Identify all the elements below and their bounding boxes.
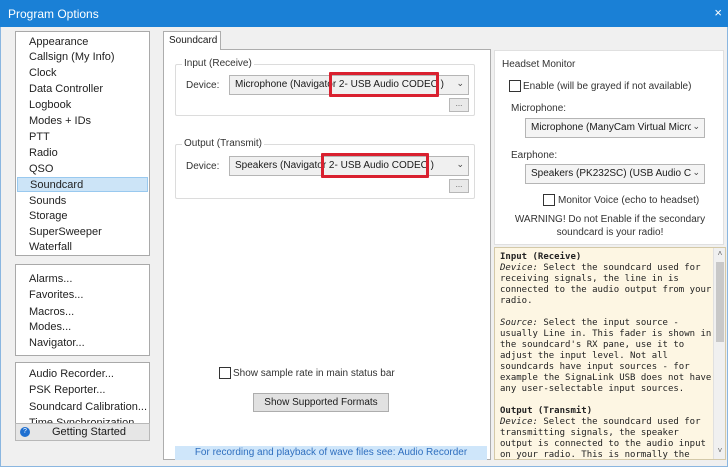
help-source-paragraph: Source: Select the input source - usuall… bbox=[500, 318, 712, 395]
category-item-storage[interactable]: Storage bbox=[29, 209, 68, 224]
category-item-waterfall[interactable]: Waterfall bbox=[29, 240, 72, 255]
help-scrollbar[interactable]: ˄ ˅ bbox=[713, 248, 725, 459]
category-list[interactable]: Appearance Callsign (My Info) Clock Data… bbox=[15, 31, 150, 256]
close-icon[interactable]: × bbox=[714, 5, 722, 20]
input-codec-highlight bbox=[329, 72, 439, 97]
headset-group-title: Headset Monitor bbox=[502, 59, 576, 70]
scroll-thumb[interactable] bbox=[716, 262, 724, 342]
help-source-text: Select the input source - usually Line i… bbox=[500, 318, 712, 394]
chevron-down-icon: ⌄ bbox=[692, 121, 700, 131]
headset-warning-line2: soundcard is your radio! bbox=[556, 227, 664, 238]
title-bar: Program Options × bbox=[0, 0, 728, 27]
chevron-down-icon: ⌄ bbox=[692, 167, 700, 177]
audio-recorder-info-bar[interactable]: For recording and playback of wave files… bbox=[175, 446, 487, 460]
category-item-logbook[interactable]: Logbook bbox=[29, 98, 71, 113]
input-device-label: Device: bbox=[186, 80, 220, 91]
chevron-down-icon: ⌄ bbox=[456, 78, 464, 88]
input-more-button[interactable]: ... bbox=[449, 98, 469, 112]
category-item-appearance[interactable]: Appearance bbox=[29, 35, 88, 50]
headset-earphone-select[interactable]: Speakers (PK232SC) (USB Audio COD ⌄ bbox=[525, 164, 705, 184]
output-device-label: Device: bbox=[186, 161, 220, 172]
category-item-radio[interactable]: Radio bbox=[29, 146, 58, 161]
soundcard-tab-panel: Input (Receive) Device: Microphone (Navi… bbox=[163, 49, 491, 460]
category-item-soundcard[interactable]: Soundcard bbox=[17, 177, 148, 192]
list-item-alarms[interactable]: Alarms... bbox=[29, 272, 72, 287]
monitor-voice-checkbox[interactable] bbox=[543, 194, 555, 206]
headset-microphone-label: Microphone: bbox=[511, 103, 567, 114]
list-item-favorites[interactable]: Favorites... bbox=[29, 288, 83, 303]
tab-soundcard[interactable]: Soundcard bbox=[163, 31, 221, 50]
category-item-qso[interactable]: QSO bbox=[29, 162, 53, 177]
help-input-device-label: Device: bbox=[500, 263, 538, 273]
monitor-voice-label: Monitor Voice (echo to headset) bbox=[558, 195, 700, 206]
getting-started-button[interactable]: ? Getting Started bbox=[15, 423, 150, 441]
list-item-modes[interactable]: Modes... bbox=[29, 320, 71, 335]
scroll-up-icon[interactable]: ˄ bbox=[715, 249, 725, 258]
help-output-device-paragraph: Device: Select the soundcard used for tr… bbox=[500, 417, 712, 459]
show-sample-rate-label: Show sample rate in main status bar bbox=[233, 368, 395, 379]
headset-warning-line1: WARNING! Do not Enable if the secondary bbox=[514, 214, 706, 225]
getting-started-label: Getting Started bbox=[52, 426, 126, 438]
headset-earphone-value: Speakers (PK232SC) (USB Audio COD bbox=[531, 168, 691, 179]
show-sample-rate-checkbox[interactable] bbox=[219, 367, 231, 379]
headset-monitor-panel: Headset Monitor Enable (will be grayed i… bbox=[494, 50, 724, 245]
category-item-callsign[interactable]: Callsign (My Info) bbox=[29, 50, 115, 65]
list-item-navigator[interactable]: Navigator... bbox=[29, 336, 85, 351]
scroll-down-icon[interactable]: ˅ bbox=[715, 446, 725, 455]
output-transmit-group: Output (Transmit) Device: Speakers (Navi… bbox=[175, 138, 475, 199]
help-input-title: Input (Receive) bbox=[500, 252, 582, 262]
category-item-data-controller[interactable]: Data Controller bbox=[29, 82, 103, 97]
headset-earphone-label: Earphone: bbox=[511, 150, 558, 161]
tool-item-soundcard-calibration[interactable]: Soundcard Calibration... bbox=[29, 400, 147, 415]
show-supported-formats-button[interactable]: Show Supported Formats bbox=[253, 393, 389, 412]
tool-item-audio-recorder[interactable]: Audio Recorder... bbox=[29, 367, 114, 382]
help-input-device-paragraph: Device: Select the soundcard used for re… bbox=[500, 263, 712, 307]
input-group-title: Input (Receive) bbox=[182, 58, 254, 69]
category-item-modes-ids[interactable]: Modes + IDs bbox=[29, 114, 91, 129]
help-circle-icon: ? bbox=[20, 427, 30, 437]
headset-enable-label: Enable (will be grayed if not available) bbox=[523, 81, 692, 92]
output-group-title: Output (Transmit) bbox=[182, 138, 264, 149]
headset-microphone-value: Microphone (ManyCam Virtual Microph bbox=[531, 122, 691, 133]
help-content: Input (Receive) Device: Select the sound… bbox=[500, 252, 712, 459]
window-title: Program Options bbox=[8, 7, 99, 21]
help-output-device-label: Device: bbox=[500, 417, 538, 427]
category-item-ptt[interactable]: PTT bbox=[29, 130, 50, 145]
help-source-label: Source: bbox=[500, 318, 538, 328]
category-item-supersweeper[interactable]: SuperSweeper bbox=[29, 225, 102, 240]
output-codec-highlight bbox=[321, 153, 429, 178]
category-item-clock[interactable]: Clock bbox=[29, 66, 57, 81]
help-panel[interactable]: Input (Receive) Device: Select the sound… bbox=[494, 247, 726, 460]
chevron-down-icon: ⌄ bbox=[456, 159, 464, 169]
lists-list[interactable]: Alarms... Favorites... Macros... Modes..… bbox=[15, 264, 150, 356]
list-item-macros[interactable]: Macros... bbox=[29, 305, 74, 320]
headset-microphone-select[interactable]: Microphone (ManyCam Virtual Microph ⌄ bbox=[525, 118, 705, 138]
headset-enable-checkbox[interactable] bbox=[509, 80, 521, 92]
input-receive-group: Input (Receive) Device: Microphone (Navi… bbox=[175, 58, 475, 116]
tool-item-psk-reporter[interactable]: PSK Reporter... bbox=[29, 383, 105, 398]
help-output-title: Output (Transmit) bbox=[500, 406, 593, 416]
output-more-button[interactable]: ... bbox=[449, 179, 469, 193]
category-item-sounds[interactable]: Sounds bbox=[29, 194, 66, 209]
